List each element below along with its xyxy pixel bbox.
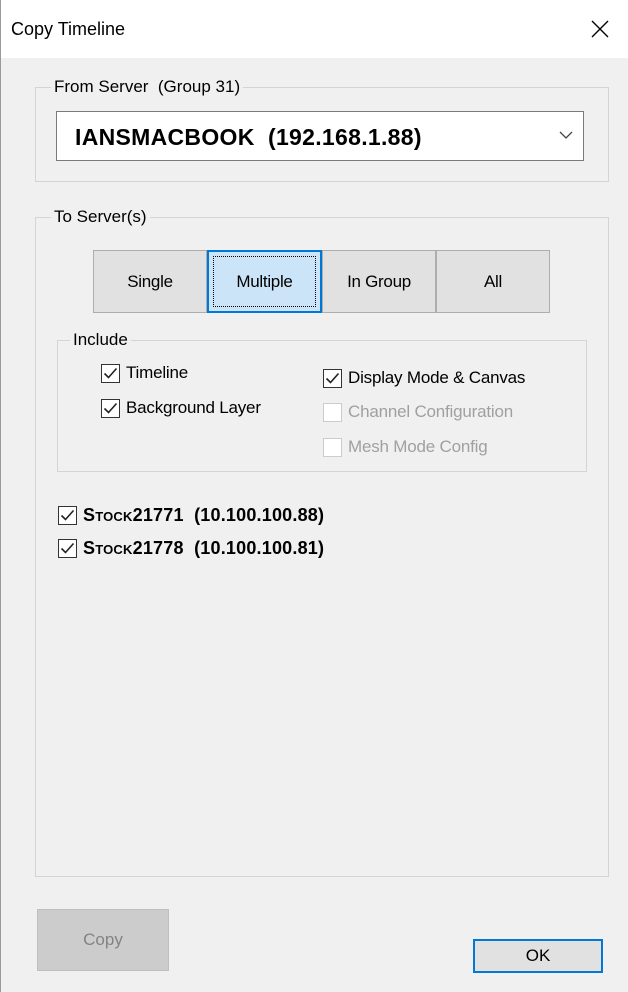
checkbox-box [323,368,342,388]
display-mode-canvas-checkbox[interactable]: Display Mode & Canvas [323,368,525,388]
channel-configuration-label: Channel Configuration [348,402,513,421]
from-server-selected-value: IANSMACBOOK (192.168.1.88) [75,124,422,150]
server-list-item[interactable]: Stock21771 (10.100.100.88) [58,505,324,526]
background-layer-label: Background Layer [126,398,261,417]
mode-all-button[interactable]: All [436,250,550,313]
ok-button-label: OK [525,946,551,965]
from-server-dropdown[interactable]: IANSMACBOOK (192.168.1.88) [56,111,584,161]
server-list-item[interactable]: Stock21778 (10.100.100.81) [58,538,324,559]
server-name-initial: S [83,538,96,558]
timeline-label: Timeline [126,363,189,382]
copy-button-label: Copy [83,930,123,949]
server-ip: (10.100.100.81) [183,538,325,558]
channel-configuration-checkbox[interactable]: Channel Configuration [323,402,513,422]
window-title: Copy Timeline [11,19,126,39]
to-servers-legend: To Server(s) [51,207,150,227]
checkmark-icon [60,542,75,554]
server-name-initial: S [83,505,96,525]
mode-multiple-button[interactable]: Multiple [207,250,322,313]
server-name-smallcaps: tock [95,538,133,558]
mode-in-group-label: In Group [347,272,411,291]
background-layer-checkbox[interactable]: Background Layer [101,398,261,418]
mesh-mode-config-checkbox[interactable]: Mesh Mode Config [323,437,488,457]
title-bar: Copy Timeline [1,0,628,58]
checkmark-icon [325,372,340,384]
checkbox-box [323,437,342,457]
mode-in-group-button[interactable]: In Group [322,250,436,313]
mesh-mode-config-label: Mesh Mode Config [348,437,488,456]
mode-single-label: Single [127,272,173,291]
copy-timeline-dialog: Copy Timeline From Server (Group 31) IAN… [0,0,628,992]
server-name-digits: 21778 [132,538,184,558]
server-name-digits: 21771 [132,505,184,525]
server-name-smallcaps: tock [95,505,133,525]
server-name: Stock21771 (10.100.100.88) [83,505,324,526]
checkbox-box [58,506,77,525]
ok-button[interactable]: OK [473,939,603,973]
checkbox-box [101,398,120,418]
mode-multiple-label: Multiple [236,272,293,291]
server-ip: (10.100.100.88) [183,505,325,525]
checkbox-box [58,539,77,558]
checkmark-icon [60,509,75,521]
include-legend: Include [70,330,131,350]
close-button[interactable] [572,0,628,58]
timeline-checkbox[interactable]: Timeline [101,363,188,383]
mode-single-button[interactable]: Single [93,250,207,313]
checkmark-icon [103,402,118,414]
checkmark-icon [103,367,118,379]
close-icon [591,20,609,38]
mode-all-label: All [484,272,502,291]
checkbox-box [101,363,120,383]
checkbox-box [323,402,342,422]
copy-button[interactable]: Copy [37,909,169,971]
display-mode-canvas-label: Display Mode & Canvas [348,368,526,387]
from-server-legend: From Server (Group 31) [51,77,244,97]
chevron-down-icon [559,131,573,139]
server-name: Stock21778 (10.100.100.81) [83,538,324,559]
